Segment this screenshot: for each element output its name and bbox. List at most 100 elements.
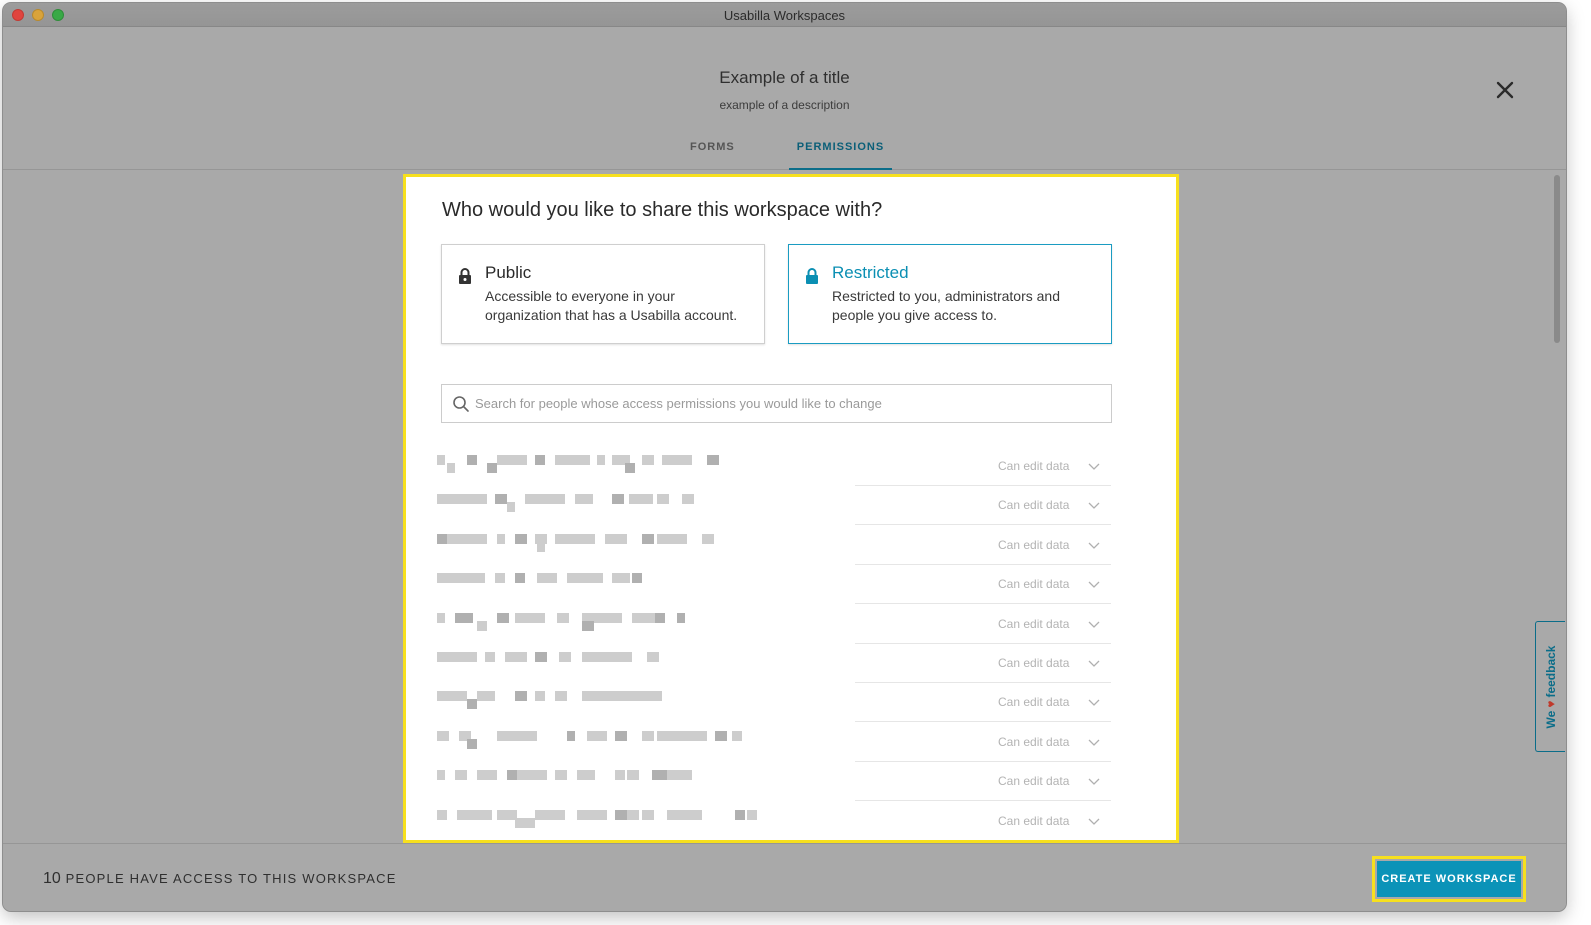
permission-dropdown[interactable]: Can edit data xyxy=(855,802,1111,840)
redacted-block xyxy=(515,691,527,702)
permission-dropdown[interactable]: Can edit data xyxy=(855,447,1111,486)
permission-dropdown[interactable]: Can edit data xyxy=(855,486,1111,526)
redacted-block xyxy=(485,652,495,662)
permission-dropdown[interactable]: Can edit data xyxy=(855,565,1111,605)
person-row: Can edit data xyxy=(406,802,1176,840)
permission-label: Can edit data xyxy=(998,616,1070,631)
option-public-card[interactable]: Public Accessible to everyone in your or… xyxy=(441,244,765,344)
redacted-block xyxy=(642,809,654,820)
chevron-down-icon[interactable] xyxy=(1088,697,1100,707)
redacted-block xyxy=(455,612,473,623)
redacted-block xyxy=(535,652,547,662)
page-title: Example of a title xyxy=(719,68,850,87)
redacted-block xyxy=(467,738,477,749)
permission-label: Can edit data xyxy=(998,577,1070,592)
access-summary: 10 PEOPLE HAVE ACCESS TO THIS WORKSPACE xyxy=(43,870,397,888)
redacted-block xyxy=(559,652,571,662)
redacted-block xyxy=(629,494,653,505)
share-panel: Who would you like to share this workspa… xyxy=(403,174,1179,843)
redacted-block xyxy=(525,494,565,505)
search-input[interactable] xyxy=(475,385,1105,422)
create-workspace-button[interactable]: CREATE WORKSPACE xyxy=(1377,861,1521,897)
redacted-block xyxy=(455,770,467,781)
redacted-block xyxy=(437,612,445,623)
person-name-redacted xyxy=(437,730,767,753)
option-public-title: Public xyxy=(485,263,532,282)
redacted-block xyxy=(537,541,545,552)
redacted-block xyxy=(715,730,727,741)
redacted-block xyxy=(632,612,657,623)
scrollbar-thumb[interactable] xyxy=(1554,175,1560,343)
permission-dropdown[interactable]: Can edit data xyxy=(855,723,1111,762)
redacted-block xyxy=(535,455,545,465)
permission-dropdown[interactable]: Can edit data xyxy=(855,526,1111,565)
redacted-block xyxy=(735,809,745,820)
option-restricted-card[interactable]: Restricted Restricted to you, administra… xyxy=(788,244,1112,344)
person-row: Can edit data xyxy=(406,447,1176,486)
redacted-block xyxy=(515,612,545,623)
permission-dropdown[interactable]: Can edit data xyxy=(855,683,1111,723)
feedback-label-we: We xyxy=(1543,710,1558,728)
redacted-block xyxy=(487,463,497,473)
tab-forms[interactable]: FORMS xyxy=(690,141,735,170)
redacted-block xyxy=(682,494,694,505)
redacted-block xyxy=(437,494,487,505)
redacted-block xyxy=(642,730,654,741)
chevron-down-icon[interactable] xyxy=(1088,737,1100,747)
access-text: PEOPLE HAVE ACCESS TO THIS WORKSPACE xyxy=(65,871,397,886)
chevron-down-icon[interactable] xyxy=(1088,776,1100,786)
redacted-block xyxy=(557,612,569,623)
redacted-block xyxy=(467,455,477,465)
redacted-block xyxy=(515,817,535,828)
permission-label: Can edit data xyxy=(998,656,1070,670)
redacted-block xyxy=(612,573,630,584)
permission-label: Can edit data xyxy=(998,459,1070,473)
chevron-down-icon[interactable] xyxy=(1088,658,1100,668)
redacted-block xyxy=(437,730,449,741)
redacted-block xyxy=(555,455,590,465)
redacted-block xyxy=(497,730,519,741)
redacted-block xyxy=(627,809,639,820)
permission-label: Can edit data xyxy=(998,734,1070,749)
people-search[interactable] xyxy=(441,384,1112,423)
redacted-block xyxy=(437,573,445,584)
chevron-down-icon[interactable] xyxy=(1088,619,1100,629)
chevron-down-icon[interactable] xyxy=(1088,461,1100,471)
tab-permissions[interactable]: PERMISSIONS xyxy=(789,141,892,170)
search-icon xyxy=(453,396,469,412)
redacted-block xyxy=(582,652,632,662)
chevron-down-icon[interactable] xyxy=(1088,540,1100,550)
chevron-down-icon[interactable] xyxy=(1088,816,1100,826)
access-count: 10 xyxy=(43,870,61,887)
person-name-redacted xyxy=(437,533,767,556)
redacted-block xyxy=(587,730,607,741)
permission-dropdown[interactable]: Can edit data xyxy=(855,762,1111,802)
heart-icon: ♥ xyxy=(1543,700,1558,708)
redacted-block xyxy=(445,573,485,584)
person-name-redacted xyxy=(437,455,767,477)
redacted-block xyxy=(447,533,487,544)
redacted-block xyxy=(515,533,527,544)
chevron-down-icon[interactable] xyxy=(1088,579,1100,589)
share-heading: Who would you like to share this workspa… xyxy=(442,199,883,221)
person-row: Can edit data xyxy=(406,526,1176,565)
feedback-tab[interactable]: We ♥ feedback xyxy=(1535,621,1565,752)
close-icon[interactable] xyxy=(1493,78,1517,102)
person-row: Can edit data xyxy=(406,644,1176,683)
redacted-block xyxy=(457,809,492,820)
redacted-block xyxy=(667,809,702,820)
person-row: Can edit data xyxy=(406,565,1176,605)
redacted-block xyxy=(615,770,625,781)
person-name-redacted xyxy=(437,573,767,595)
permission-label: Can edit data xyxy=(998,537,1070,552)
redacted-block xyxy=(732,730,742,741)
permission-dropdown[interactable]: Can edit data xyxy=(855,644,1111,683)
permission-dropdown[interactable]: Can edit data xyxy=(855,605,1111,644)
redacted-block xyxy=(537,573,557,584)
person-row: Can edit data xyxy=(406,486,1176,526)
person-name-redacted xyxy=(437,494,767,516)
redacted-block xyxy=(612,494,624,505)
chevron-down-icon[interactable] xyxy=(1088,500,1100,510)
redacted-block xyxy=(655,612,665,623)
redacted-block xyxy=(627,770,639,781)
